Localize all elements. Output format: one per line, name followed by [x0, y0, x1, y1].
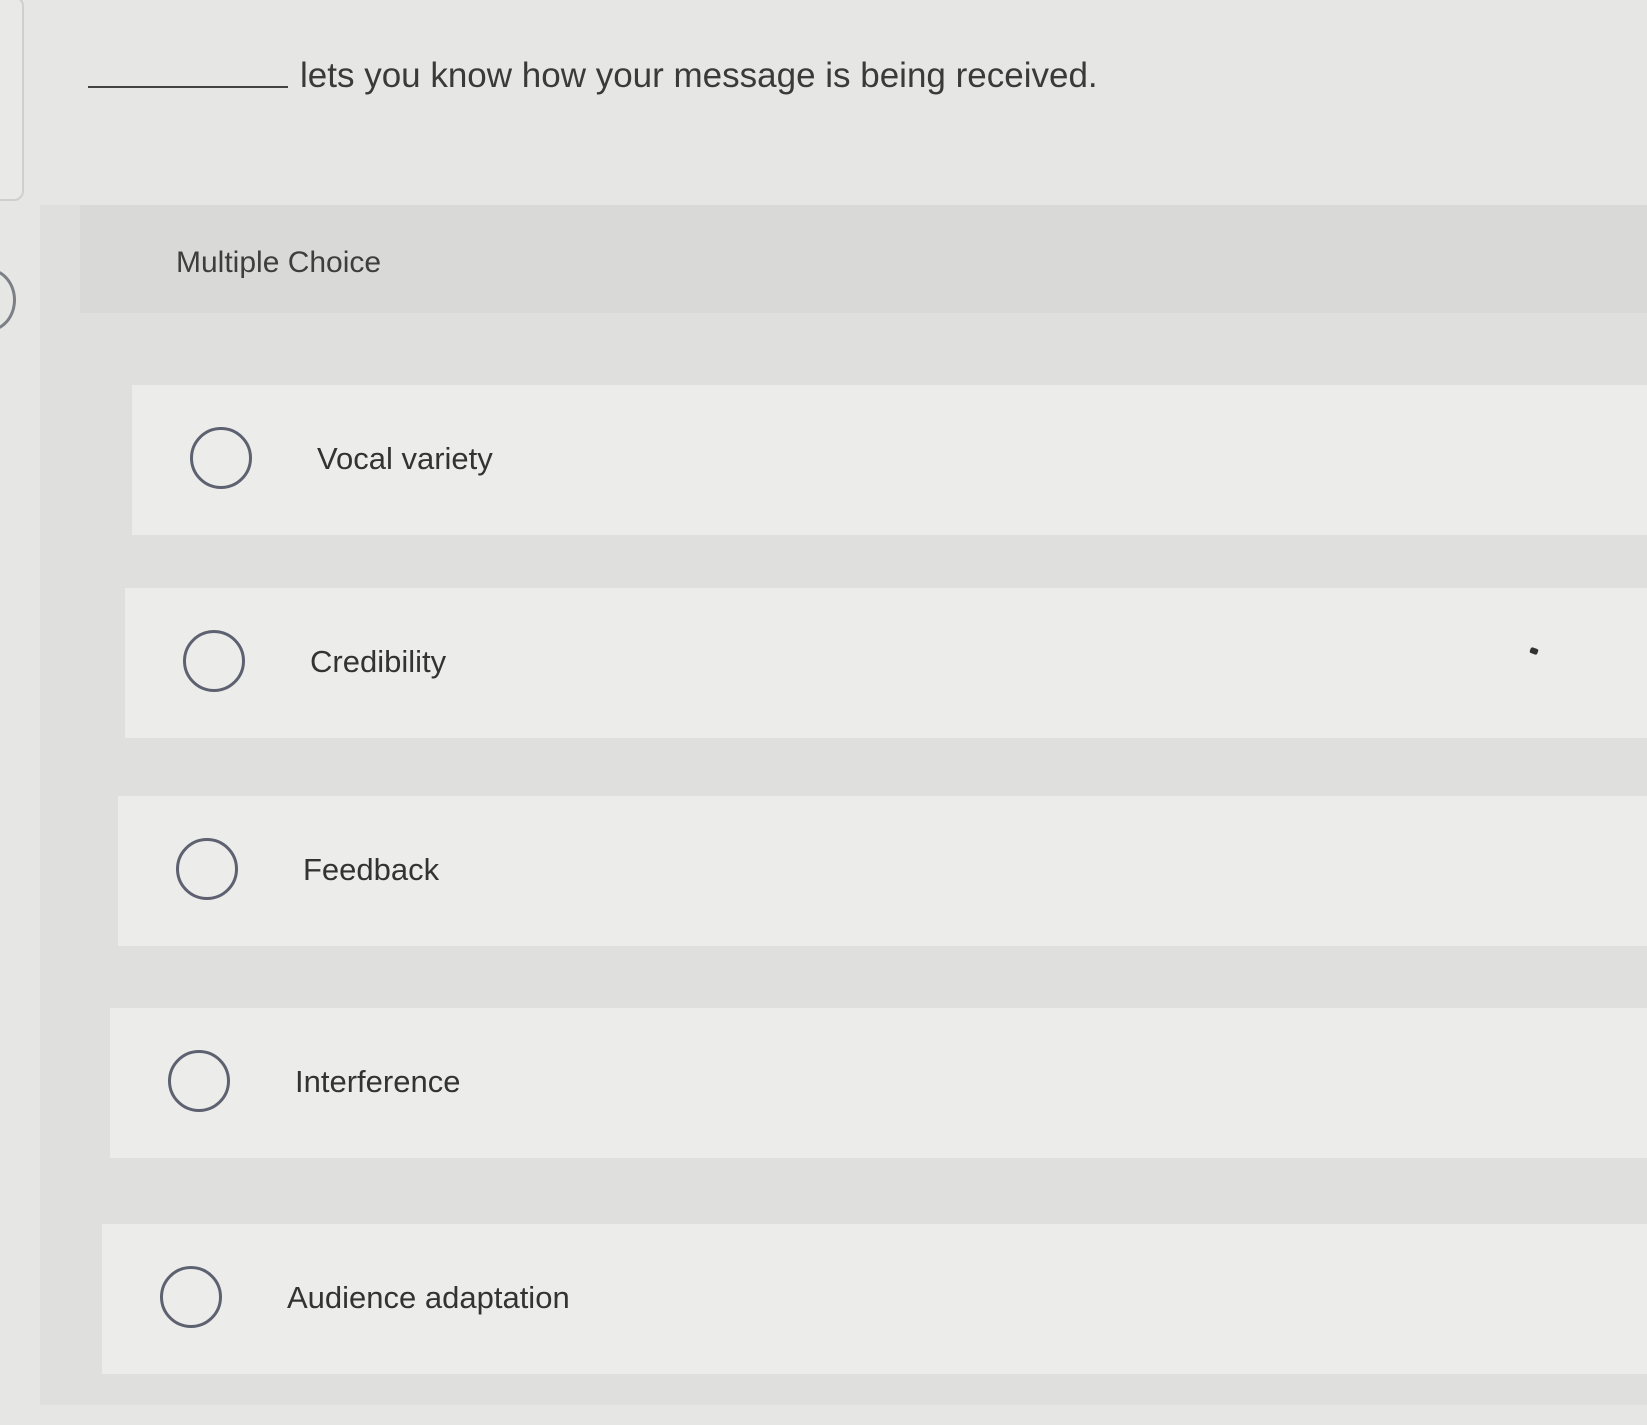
left-edge-tab: [0, 0, 24, 201]
option-interference[interactable]: Interference: [110, 1008, 1647, 1158]
radio-button[interactable]: [176, 838, 238, 900]
option-label: Feedback: [303, 852, 440, 887]
question-text: lets you know how your message is being …: [300, 56, 1098, 95]
option-label: Credibility: [310, 644, 447, 679]
option-label: Audience adaptation: [287, 1280, 570, 1315]
radio-button[interactable]: [168, 1050, 230, 1112]
nav-circle-button[interactable]: [0, 268, 16, 332]
option-label: Interference: [295, 1064, 461, 1099]
option-label: Vocal variety: [317, 441, 493, 476]
option-credibility[interactable]: Credibility: [125, 588, 1647, 738]
option-feedback[interactable]: Feedback: [118, 796, 1647, 946]
option-vocal-variety[interactable]: Vocal variety: [132, 385, 1647, 535]
radio-button[interactable]: [160, 1266, 222, 1328]
question-type-label: Multiple Choice: [176, 246, 382, 279]
option-audience-adaptation[interactable]: Audience adaptation: [102, 1224, 1647, 1374]
question-prompt: lets you know how your message is being …: [88, 56, 1098, 96]
answer-blank: [88, 86, 288, 88]
radio-button[interactable]: [190, 427, 252, 489]
radio-button[interactable]: [183, 630, 245, 692]
